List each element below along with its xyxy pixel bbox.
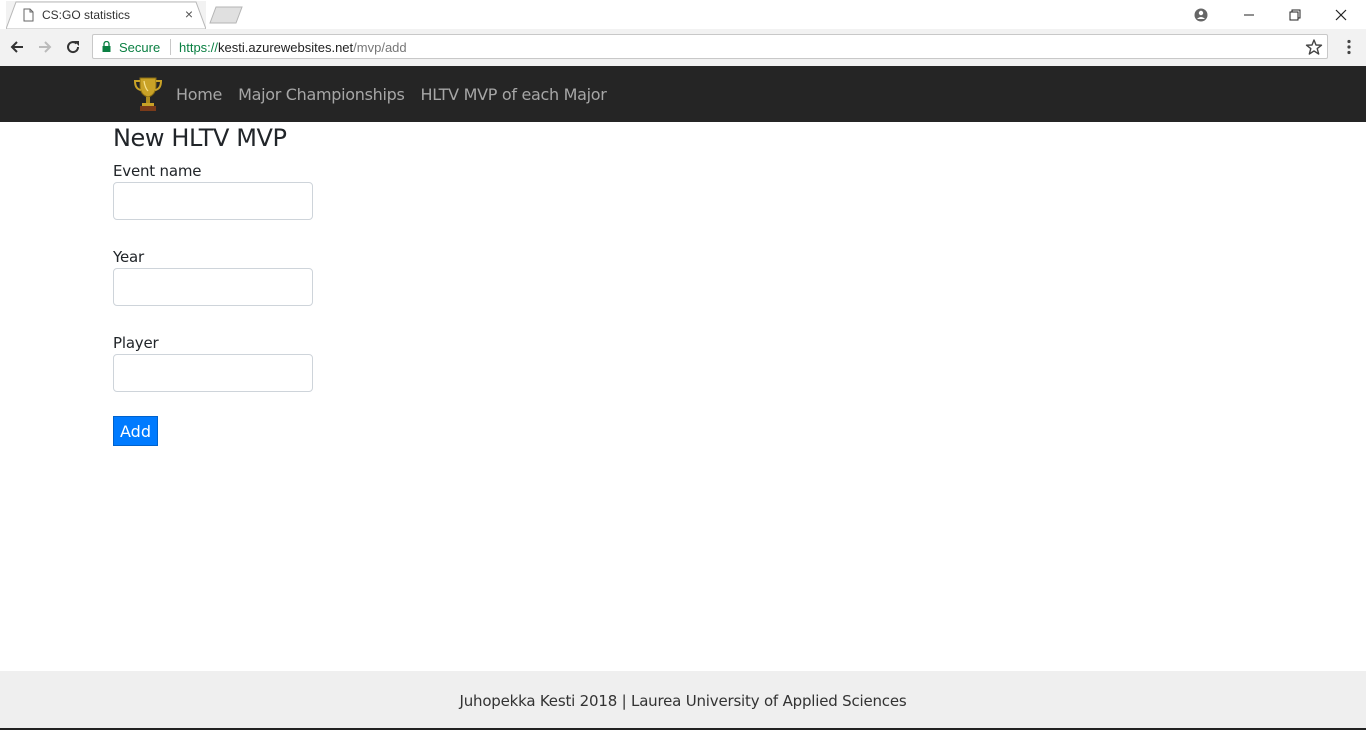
omnibox-divider <box>170 39 171 55</box>
url-scheme: https:// <box>179 40 219 55</box>
event-name-label: Event name <box>113 162 202 180</box>
footer-text: Juhopekka Kesti 2018 | Laurea University… <box>459 691 907 710</box>
back-icon[interactable] <box>7 37 27 57</box>
secure-label: Secure <box>119 40 161 55</box>
nav-link-major-championships[interactable]: Major Championships <box>238 85 405 104</box>
restore-icon[interactable] <box>1272 0 1318 29</box>
browser-tab[interactable]: CS:GO statistics × <box>6 1 206 29</box>
page-icon <box>23 8 34 22</box>
tab-title: CS:GO statistics <box>42 8 131 22</box>
player-input[interactable] <box>113 354 313 392</box>
site-footer: Juhopekka Kesti 2018 | Laurea University… <box>0 671 1366 730</box>
trophy-icon[interactable] <box>133 76 163 112</box>
year-input[interactable] <box>113 268 313 306</box>
nav-link-home[interactable]: Home <box>176 85 222 104</box>
minimize-icon[interactable] <box>1226 0 1272 29</box>
forward-icon[interactable] <box>35 37 55 57</box>
menu-icon[interactable] <box>1340 37 1358 57</box>
browser-toolbar: Secure https://kesti.azurewebsites.net/m… <box>0 29 1366 66</box>
player-label: Player <box>113 334 159 352</box>
site-navbar: Home Major Championships HLTV MVP of eac… <box>0 66 1366 122</box>
nav-link-hltv-mvp[interactable]: HLTV MVP of each Major <box>421 85 607 104</box>
browser-tabstrip: CS:GO statistics × <box>0 0 1366 30</box>
reload-icon[interactable] <box>63 37 83 57</box>
url-host: kesti.azurewebsites.net <box>218 40 354 55</box>
lock-icon <box>102 41 111 52</box>
address-bar[interactable]: Secure https://kesti.azurewebsites.net/m… <box>92 34 1328 59</box>
new-tab-button[interactable] <box>208 6 244 24</box>
page-title: New HLTV MVP <box>113 124 287 152</box>
event-name-input[interactable] <box>113 182 313 220</box>
tab-close-icon[interactable]: × <box>182 7 196 21</box>
profile-icon[interactable] <box>1178 0 1224 29</box>
add-button[interactable]: Add <box>113 416 158 446</box>
star-icon[interactable] <box>1305 38 1323 56</box>
year-label: Year <box>113 248 144 266</box>
url-path: /mvp/add <box>353 40 407 55</box>
close-icon[interactable] <box>1318 0 1364 29</box>
nav-links: Home Major Championships HLTV MVP of eac… <box>176 66 607 122</box>
url-text: https://kesti.azurewebsites.net/mvp/add <box>179 40 407 55</box>
